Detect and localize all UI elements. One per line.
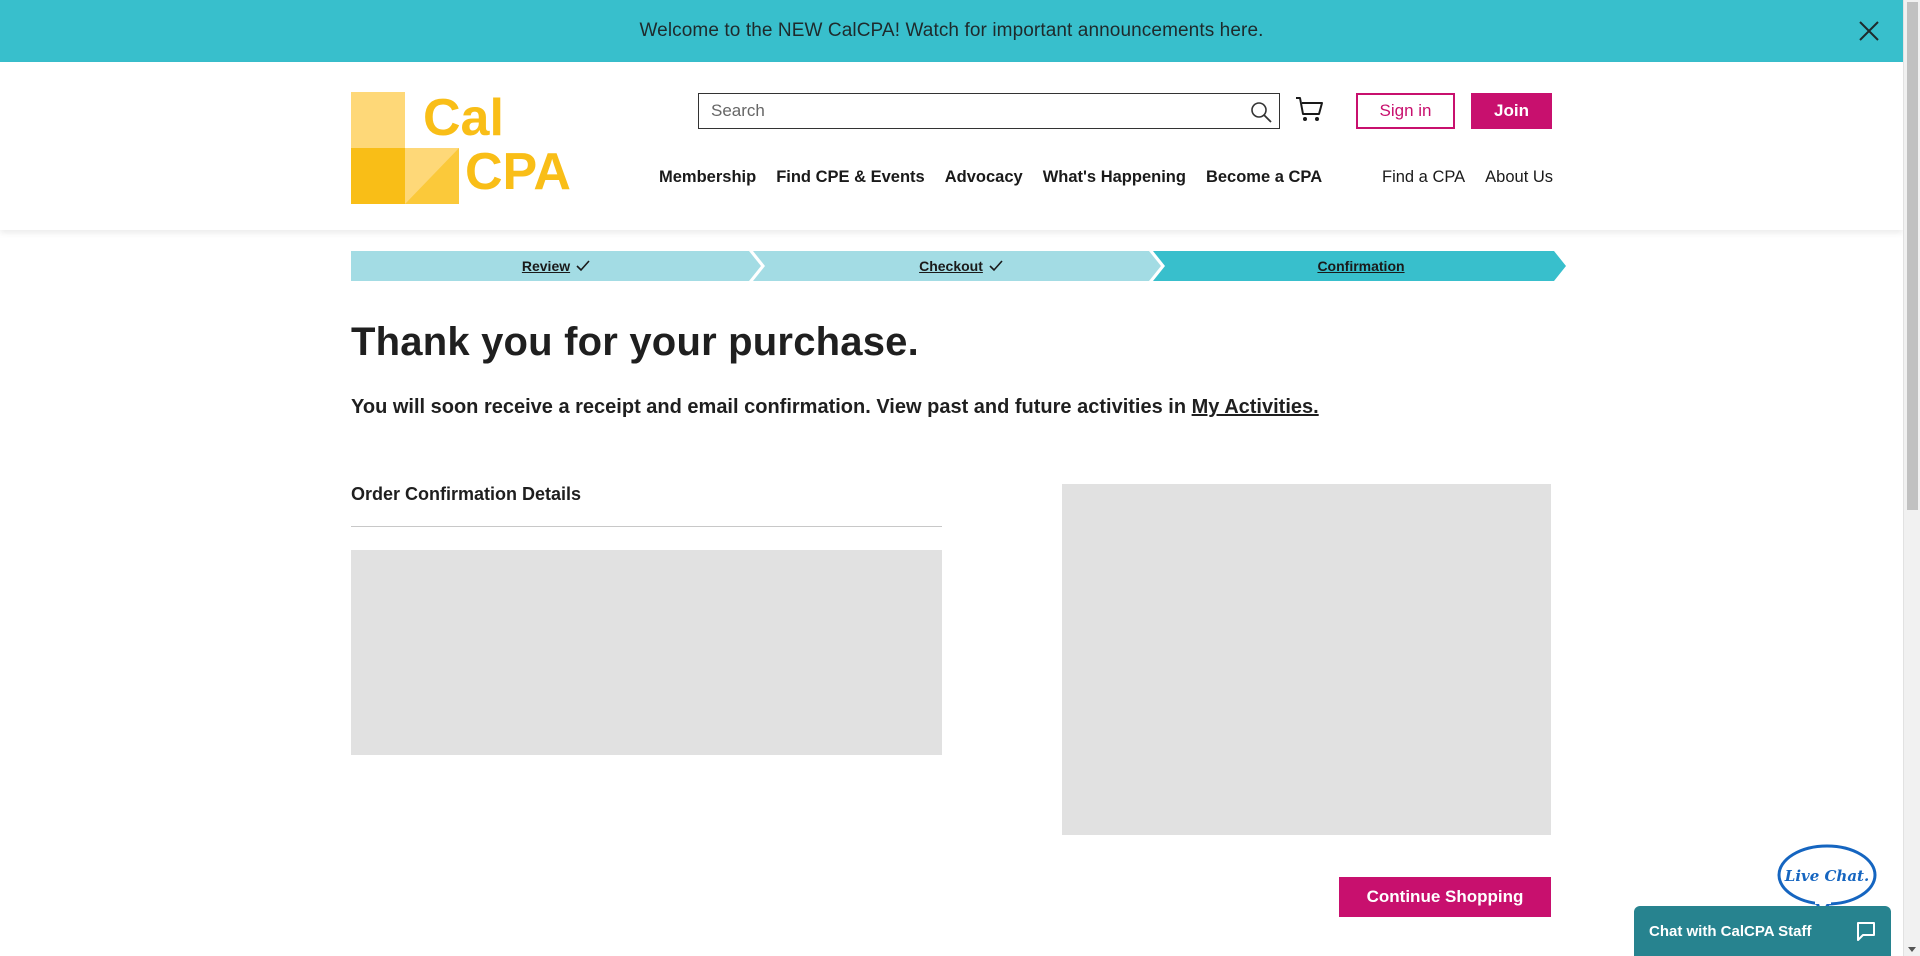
checkmark-icon: [576, 260, 590, 272]
search-icon[interactable]: [1249, 100, 1273, 124]
chat-bar[interactable]: Chat with CalCPA Staff: [1634, 906, 1891, 956]
scroll-thumb[interactable]: [1907, 2, 1918, 510]
checkmark-icon: [989, 260, 1003, 272]
logo-text-cpa: CPA: [465, 143, 571, 201]
nav-item-about-us[interactable]: About Us: [1485, 168, 1553, 187]
close-icon[interactable]: [1857, 19, 1881, 43]
scroll-down-icon[interactable]: [1908, 947, 1916, 952]
step-confirmation-label: Confirmation: [1317, 258, 1405, 274]
nav-item-find-cpe-events[interactable]: Find CPE & Events: [776, 168, 925, 187]
logo-text-cal: Cal: [423, 89, 504, 147]
receipt-message-text: You will soon receive a receipt and emai…: [351, 396, 1192, 418]
main-nav: Membership Find CPE & Events Advocacy Wh…: [659, 168, 1342, 187]
order-details-placeholder: [351, 550, 942, 755]
step-confirmation[interactable]: Confirmation: [1161, 251, 1561, 281]
cart-icon[interactable]: [1294, 94, 1324, 124]
nav-item-find-a-cpa[interactable]: Find a CPA: [1382, 168, 1465, 187]
my-activities-link[interactable]: My Activities.: [1192, 396, 1319, 418]
continue-shopping-button[interactable]: Continue Shopping: [1339, 877, 1551, 917]
order-details-title: Order Confirmation Details: [351, 484, 582, 504]
nav-item-whats-happening[interactable]: What's Happening: [1043, 168, 1186, 187]
secondary-nav: Find a CPA About Us: [1382, 168, 1553, 187]
step-review-label: Review: [521, 258, 571, 274]
step-checkout-label: Checkout: [919, 258, 983, 274]
receipt-message: You will soon receive a receipt and emai…: [351, 396, 1319, 419]
step-checkout[interactable]: Checkout: [761, 251, 1161, 281]
calcpa-logo[interactable]: Cal CPA: [351, 92, 576, 204]
scrollbar[interactable]: [1903, 0, 1920, 956]
sign-in-button[interactable]: Sign in: [1356, 93, 1455, 129]
divider: [351, 526, 942, 527]
announcement-bar: Welcome to the NEW CalCPA! Watch for imp…: [0, 0, 1903, 62]
search-box: [698, 93, 1280, 129]
chat-icon: [1857, 922, 1875, 941]
search-input[interactable]: [699, 101, 1239, 121]
page-title: Thank you for your purchase.: [351, 320, 919, 364]
live-chat-bubble-text: Live Chat.: [1784, 867, 1869, 885]
site-header: Cal CPA Sign in Join Membership Find CPE…: [0, 62, 1903, 230]
order-summary-placeholder: [1062, 484, 1551, 835]
step-review[interactable]: Review: [351, 251, 761, 281]
join-button[interactable]: Join: [1471, 93, 1552, 129]
nav-item-advocacy[interactable]: Advocacy: [945, 168, 1023, 187]
nav-item-membership[interactable]: Membership: [659, 168, 756, 187]
nav-item-become-a-cpa[interactable]: Become a CPA: [1206, 168, 1322, 187]
announcement-text: Welcome to the NEW CalCPA! Watch for imp…: [639, 20, 1264, 41]
chat-bar-label: Chat with CalCPA Staff: [1649, 922, 1812, 940]
checkout-steps: Review Checkout Confirmation: [351, 251, 1566, 281]
